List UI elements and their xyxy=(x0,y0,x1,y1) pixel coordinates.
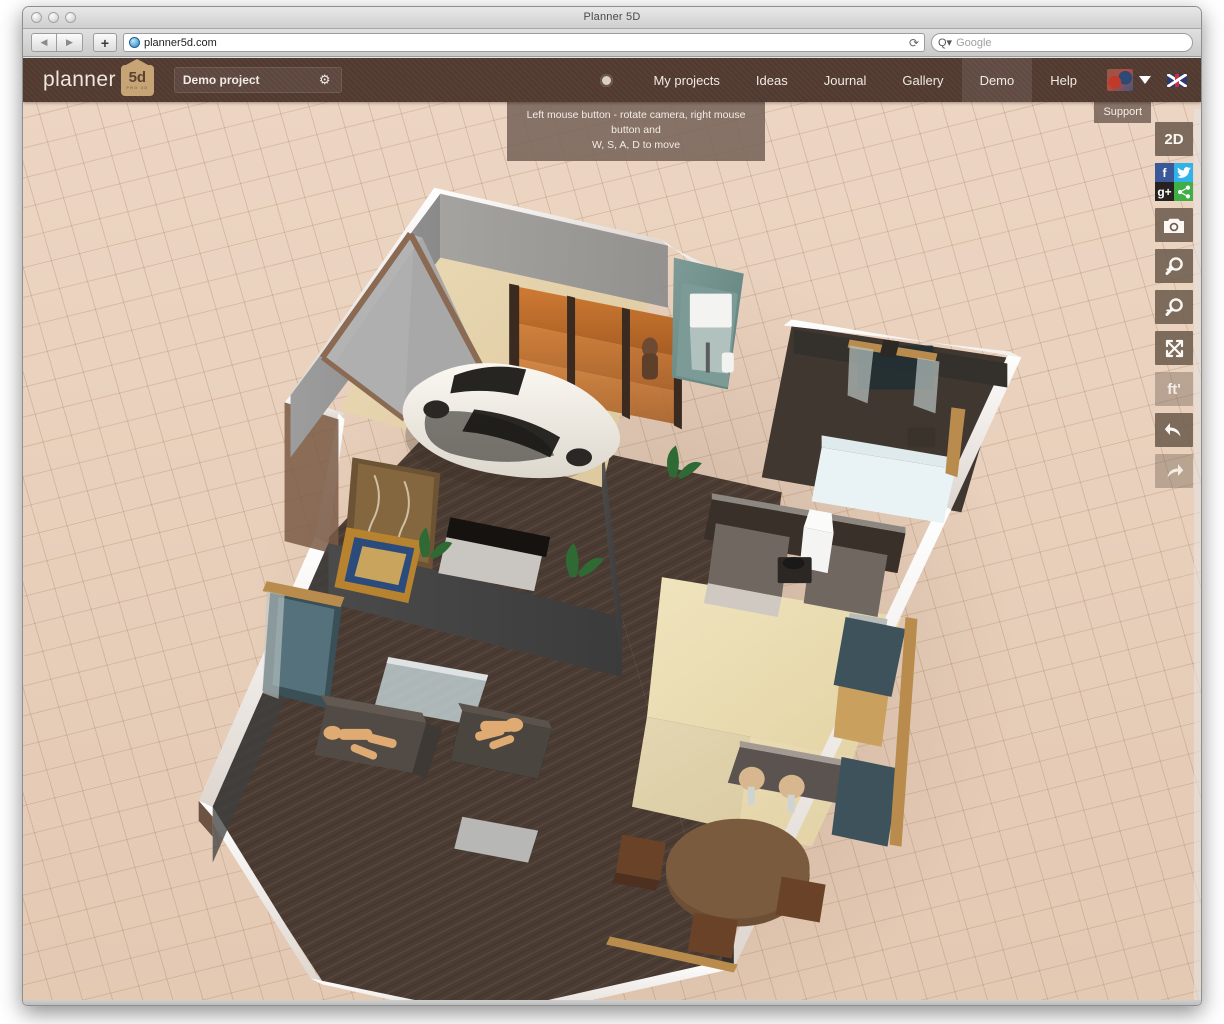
camera-icon xyxy=(1163,217,1185,234)
expand-arrows-icon xyxy=(1164,338,1185,359)
logo-badge-text: 5d xyxy=(129,70,147,85)
navigation-buttons: ◀ ▶ xyxy=(31,33,83,52)
undo-button[interactable] xyxy=(1155,413,1193,447)
main-navigation: My projects Ideas Journal Gallery Demo H… xyxy=(600,58,1201,102)
magnifier-minus-icon xyxy=(1164,297,1185,318)
undo-arrow-icon xyxy=(1163,420,1185,440)
address-bar-url: planner5d.com xyxy=(144,37,217,49)
search-icon: Q▾ xyxy=(938,36,952,49)
units-button[interactable]: ft' xyxy=(1155,372,1193,406)
share-icon[interactable] xyxy=(1174,182,1193,201)
nav-item-gallery[interactable]: Gallery xyxy=(884,58,961,102)
back-button[interactable]: ◀ xyxy=(31,33,57,52)
nav-item-journal[interactable]: Journal xyxy=(806,58,885,102)
fullscreen-button[interactable] xyxy=(1155,331,1193,365)
app-header: planner 5d PRO 3D Demo project ⚙ My proj… xyxy=(23,58,1201,102)
address-bar[interactable]: planner5d.com ⟳ xyxy=(123,33,925,52)
magnifier-plus-icon xyxy=(1164,256,1185,277)
new-tab-button[interactable]: + xyxy=(93,33,117,52)
gear-icon[interactable]: ⚙ xyxy=(319,73,333,87)
nav-item-demo[interactable]: Demo xyxy=(962,58,1033,102)
window-bottom-edge xyxy=(23,1000,1201,1005)
camera-hint-tooltip: Left mouse button - rotate camera, right… xyxy=(507,102,765,161)
planner5d-app: planner 5d PRO 3D Demo project ⚙ My proj… xyxy=(23,58,1201,1005)
camera-hint-line-1: Left mouse button - rotate camera, right… xyxy=(515,108,757,138)
site-favicon-icon xyxy=(129,37,140,48)
window-title: Planner 5D xyxy=(23,11,1201,23)
nav-item-help[interactable]: Help xyxy=(1032,58,1095,102)
browser-search-field[interactable]: Q▾ Google xyxy=(931,33,1193,52)
social-share-group: f g+ xyxy=(1155,163,1193,201)
facebook-icon[interactable]: f xyxy=(1155,163,1174,182)
twitter-icon[interactable] xyxy=(1174,163,1193,182)
redo-arrow-icon xyxy=(1163,461,1185,481)
window-titlebar: Planner 5D xyxy=(23,7,1201,29)
project-name-field[interactable]: Demo project ⚙ xyxy=(174,67,342,93)
camera-hint-line-2: W, S, A, D to move xyxy=(515,138,757,153)
floorplan-3d-viewport[interactable] xyxy=(23,58,1201,1005)
logo-badge-subtext: PRO 3D xyxy=(126,86,148,90)
browser-toolbar: ◀ ▶ + planner5d.com ⟳ Q▾ Google xyxy=(23,29,1201,57)
browser-window: Planner 5D ◀ ▶ + planner5d.com ⟳ Q▾ Goog… xyxy=(22,6,1202,1006)
app-logo[interactable]: planner 5d PRO 3D xyxy=(43,65,154,96)
reload-icon[interactable]: ⟳ xyxy=(909,36,919,50)
screenshot-camera-button[interactable] xyxy=(1155,208,1193,242)
nav-item-ideas[interactable]: Ideas xyxy=(738,58,806,102)
redo-button[interactable] xyxy=(1155,454,1193,488)
logo-house-badge-icon: 5d PRO 3D xyxy=(121,65,154,96)
chevron-down-icon[interactable] xyxy=(1139,76,1151,84)
support-button[interactable]: Support xyxy=(1094,102,1151,123)
view-mode-2d-button[interactable]: 2D xyxy=(1155,122,1193,156)
nav-item-my-projects[interactable]: My projects xyxy=(635,58,737,102)
vertical-scrollbar[interactable] xyxy=(1194,109,1201,1005)
avatar[interactable] xyxy=(1107,69,1133,91)
logo-text: planner xyxy=(43,68,116,92)
share-nodes-icon xyxy=(1177,185,1191,199)
floorplan-render xyxy=(23,58,1201,1005)
zoom-in-button[interactable] xyxy=(1155,249,1193,283)
forward-button[interactable]: ▶ xyxy=(57,33,83,52)
uk-flag-icon[interactable] xyxy=(1167,74,1187,87)
zoom-out-button[interactable] xyxy=(1155,290,1193,324)
twitter-bird-icon xyxy=(1177,167,1191,179)
right-toolbar: 2D f g+ xyxy=(1155,122,1193,488)
project-name-value: Demo project xyxy=(183,73,260,87)
google-plus-icon[interactable]: g+ xyxy=(1155,182,1174,201)
disc-icon[interactable] xyxy=(600,74,613,87)
search-placeholder: Google xyxy=(956,37,991,49)
